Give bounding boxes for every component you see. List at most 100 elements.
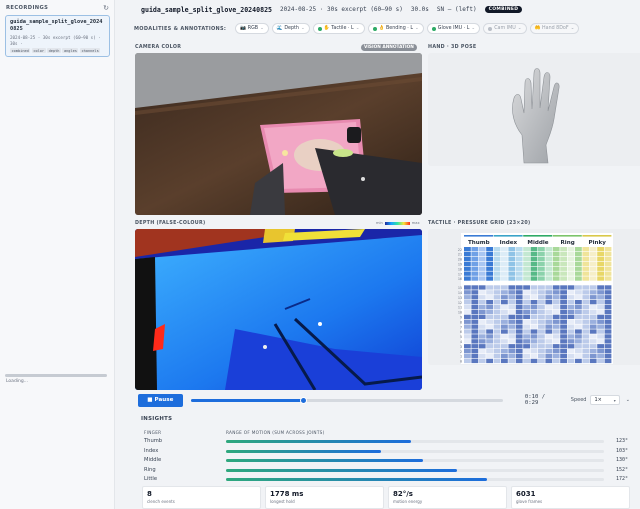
speed-select[interactable]: 1× ▾: [590, 395, 620, 405]
pressure-cell: [545, 285, 553, 290]
pressure-cell: [530, 329, 538, 334]
pressure-cell: [486, 319, 493, 324]
pressure-cell: [567, 300, 575, 305]
pressure-cell: [589, 309, 597, 315]
pressure-cell: [523, 300, 530, 305]
chip-glove-imu[interactable]: Glove IMU · L ⌄: [426, 23, 481, 34]
sidebar-scrollbar[interactable]: [5, 374, 107, 377]
pressure-cell: [545, 247, 553, 252]
pressure-cell: [486, 349, 493, 354]
chip-depth[interactable]: 🌊 Depth ⌄: [271, 23, 310, 34]
pressure-cell: [575, 295, 582, 300]
chevron-down-icon: ⌄: [260, 26, 264, 31]
pressure-cell: [478, 353, 486, 359]
hand-3d-view[interactable]: [428, 53, 640, 166]
pressure-cell: [471, 285, 479, 290]
pressure-cell: [567, 251, 575, 257]
pressure-cell: [538, 261, 545, 266]
pressure-cell: [486, 256, 493, 262]
pressure-cell: [464, 353, 471, 359]
rom-fill: [226, 440, 412, 443]
pressure-cell: [471, 334, 479, 339]
pressure-cell: [545, 309, 553, 315]
timeline-thumb[interactable]: [300, 396, 308, 404]
pressure-cell: [515, 271, 523, 276]
pressure-cell: [582, 358, 590, 364]
camera-panel-label: CAMERA COLOR: [135, 45, 182, 50]
pause-button[interactable]: ■ Pause: [138, 393, 183, 407]
pressure-cell: [515, 324, 523, 329]
chevron-down-icon[interactable]: ⌄: [626, 397, 630, 403]
recording-list-item[interactable]: guida_sample_split_glove_20240825 2024-0…: [5, 15, 110, 57]
pressure-cell: [501, 339, 508, 344]
pressure-cell: [582, 304, 590, 310]
pressure-cell: [530, 358, 538, 364]
pressure-cell: [471, 256, 479, 262]
pressure-cell: [589, 251, 597, 257]
chip-cam-imu[interactable]: Cam IMU ⌄: [483, 23, 527, 34]
insights-section: INSIGHTS FINGER RANGE OF MOTION (SUM ACR…: [138, 411, 630, 509]
pressure-cell: [589, 285, 597, 290]
pressure-cell: [575, 329, 582, 334]
row-number: 5: [460, 335, 462, 339]
pressure-cell: [478, 261, 486, 266]
pressure-cell: [567, 271, 575, 276]
pressure-cell: [597, 324, 604, 329]
refresh-icon[interactable]: ↻: [103, 4, 109, 12]
pressure-cell: [538, 344, 545, 349]
row-number: 15: [458, 286, 462, 290]
row-number: 12: [458, 301, 462, 305]
pressure-cell: [478, 256, 486, 262]
depth-view: [135, 229, 422, 390]
pressure-cell: [471, 251, 479, 257]
tactile-view: Thumb Index Middle Ring Pinky 22 21 20 19 18 17 16…: [428, 229, 640, 365]
stat-card: 1778 ms longest hold: [265, 486, 384, 509]
pressure-cell: [493, 319, 501, 324]
stat-card: 8 clench events: [142, 486, 261, 509]
pressure-cell: [538, 276, 545, 281]
pressure-cell: [552, 358, 560, 364]
row-number: 2: [460, 350, 462, 354]
pressure-cell: [575, 285, 582, 290]
pressure-cell: [582, 276, 590, 281]
pressure-cell: [538, 314, 545, 319]
pressure-cell: [464, 319, 471, 324]
pressure-cell: [508, 247, 516, 252]
pressure-cell: [478, 309, 486, 315]
pressure-cell: [515, 304, 523, 310]
chip-hand-8dof[interactable]: 🤲 Hand 8DoF ⌄: [529, 23, 580, 34]
pressure-cell: [552, 251, 560, 257]
vision-annotation-badge[interactable]: VISION ANNOTATION: [361, 44, 417, 51]
stat-card: 6031 glove frames: [511, 486, 630, 509]
pressure-cell: [538, 247, 545, 252]
pressure-cell: [523, 344, 530, 349]
pressure-cell: [508, 251, 516, 257]
pressure-cell: [501, 271, 508, 276]
timeline-scrubber[interactable]: [190, 396, 503, 404]
pressure-cell: [478, 358, 486, 364]
pressure-cell: [560, 300, 567, 305]
pressure-cell: [471, 266, 479, 271]
pressure-cell: [538, 256, 545, 262]
legend-colorbar: [384, 221, 410, 225]
chip-bending[interactable]: 👌 Bending · L ⌄: [367, 23, 424, 34]
pressure-cell: [530, 261, 538, 266]
pressure-cell: [589, 314, 597, 319]
chip-rgb[interactable]: 📷 RGB ⌄: [235, 23, 269, 34]
row-number: 14: [458, 291, 462, 295]
depth-legend: min max: [376, 221, 420, 225]
legend-max: max: [411, 221, 420, 225]
pressure-cell: [604, 319, 612, 324]
pressure-cell: [508, 266, 516, 271]
pressure-cell: [523, 266, 530, 271]
pressure-cell: [589, 344, 597, 349]
pressure-cell: [567, 358, 575, 364]
finger-label: Index: [500, 240, 518, 246]
chip-tactile[interactable]: ✋ Tactile · L ⌄: [312, 23, 365, 34]
pressure-cell: [597, 314, 604, 319]
pressure-cell: [582, 256, 590, 262]
pressure-cell: [545, 271, 553, 276]
stat-value: 82°/s: [393, 490, 413, 498]
pressure-cell: [486, 285, 493, 290]
app-root: RECORDINGS ↻ guida_sample_split_glove_20…: [0, 0, 640, 509]
